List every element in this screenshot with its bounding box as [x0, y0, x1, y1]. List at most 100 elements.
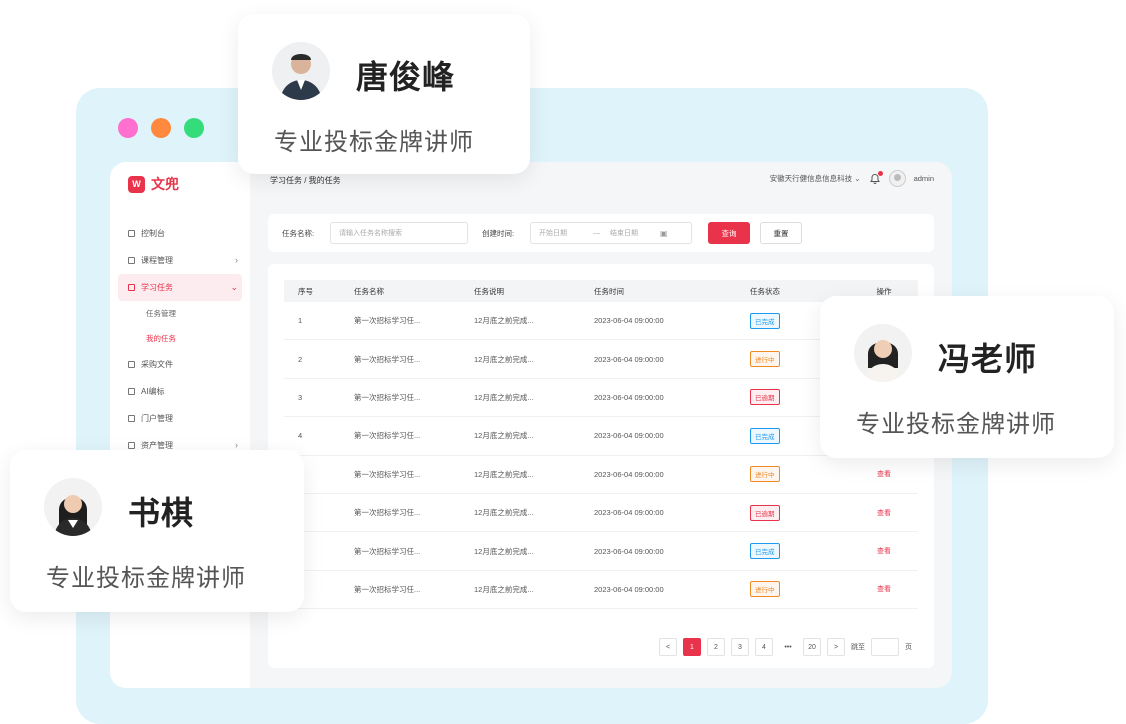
course-icon: [128, 257, 135, 264]
status-badge: 进行中: [750, 581, 780, 598]
date-range-picker[interactable]: 开始日期 — 结束日期 ▣: [530, 222, 692, 244]
ai-icon: [128, 388, 135, 395]
cell-name: 第一次招标学习任...: [354, 392, 421, 402]
logo-icon: W: [128, 175, 145, 193]
cell-time: 2023-06-04 09:00:00: [594, 431, 664, 441]
status-badge: 已逾期: [750, 389, 780, 406]
cell-time: 2023-06-04 09:00:00: [594, 469, 664, 479]
header-name: 任务名称: [354, 286, 384, 296]
cell-index: 4: [298, 431, 303, 441]
instructor-card-3: 书棋 专业投标金牌讲师: [10, 450, 304, 612]
task-icon: [128, 284, 135, 291]
header-desc: 任务说明: [474, 286, 504, 296]
cell-desc: 12月底之前完成...: [474, 316, 534, 326]
cell-desc: 12月底之前完成...: [474, 392, 534, 402]
chevron-down-icon: ⌄: [230, 282, 238, 292]
cell-name: 第一次招标学习任...: [354, 354, 421, 364]
status-badge: 进行中: [750, 351, 780, 368]
page-button-last[interactable]: 20: [803, 638, 821, 656]
cell-name: 第一次招标学习任...: [354, 431, 421, 441]
header-status: 任务状态: [750, 286, 780, 296]
cell-time: 2023-06-04 09:00:00: [594, 354, 664, 364]
user-name[interactable]: admin: [914, 174, 934, 183]
table-row: 7第一次招标学习任...12月底之前完成...2023-06-04 09:00:…: [284, 532, 918, 571]
next-page-button[interactable]: >: [827, 638, 845, 656]
header-time: 任务时间: [594, 286, 624, 296]
page-button-2[interactable]: 2: [707, 638, 725, 656]
sidebar-item-ai-bidding[interactable]: AI编标: [110, 378, 250, 405]
cell-time: 2023-06-04 09:00:00: [594, 508, 664, 518]
instructor-title: 专业投标金牌讲师: [856, 411, 1056, 438]
table-row: 5第一次招标学习任...12月底之前完成...2023-06-04 09:00:…: [284, 456, 918, 494]
cell-name: 第一次招标学习任...: [354, 469, 421, 479]
cell-time: 2023-06-04 09:00:00: [594, 546, 664, 556]
cell-index: 1: [298, 316, 303, 326]
status-badge: 进行中: [750, 466, 780, 483]
prev-page-button[interactable]: <: [659, 638, 677, 656]
logo-text: 文兜: [151, 176, 179, 192]
portal-icon: [128, 415, 135, 422]
chevron-right-icon: ›: [235, 255, 238, 265]
cell-name: 第一次招标学习任...: [354, 508, 421, 518]
instructor-name: 冯老师: [938, 341, 1038, 377]
page-button-1[interactable]: 1: [683, 638, 701, 656]
document-icon: [128, 361, 135, 368]
create-time-label: 创建时间:: [482, 229, 515, 238]
notification-dot: [877, 170, 883, 176]
cell-name: 第一次招标学习任...: [354, 316, 421, 326]
page-suffix: 页: [905, 644, 912, 651]
sidebar-item-courses[interactable]: 课程管理 ›: [110, 247, 250, 274]
sidebar-nav: 控制台 课程管理 › 学习任务 ⌄ 任务管理 我的任务 采购文件 AI编标 门户管理…: [110, 220, 250, 459]
filter-bar: 任务名称: 请输入任务名称搜索 创建时间: 开始日期 — 结束日期 ▣ 查询 重…: [268, 214, 934, 252]
org-selector[interactable]: 安徽天行健信息信息科技 ⌄: [770, 173, 861, 184]
pagination: < 1 2 3 4 ••• 20 > 跳至 页: [659, 638, 912, 656]
chevron-right-icon: ›: [235, 440, 238, 450]
sidebar-item-procurement[interactable]: 采购文件: [110, 351, 250, 378]
sidebar-item-dashboard[interactable]: 控制台: [110, 220, 250, 247]
sidebar-subitem-task-management[interactable]: 任务管理: [110, 301, 250, 326]
logo[interactable]: W 文兜: [128, 174, 179, 194]
view-link[interactable]: 查看: [877, 471, 891, 478]
instructor-photo: [44, 478, 102, 536]
cell-time: 2023-06-04 09:00:00: [594, 316, 664, 326]
window-dot-green: [184, 118, 204, 138]
sidebar-item-portal[interactable]: 门户管理: [110, 405, 250, 432]
cell-desc: 12月底之前完成...: [474, 546, 534, 556]
table-row: 6第一次招标学习任...12月底之前完成...2023-06-04 09:00:…: [284, 494, 918, 533]
cell-index: 2: [298, 354, 303, 364]
instructor-name: 书棋: [128, 495, 195, 531]
asset-icon: [128, 442, 135, 449]
task-name-input[interactable]: 请输入任务名称搜索: [330, 222, 468, 244]
breadcrumb: 学习任务 / 我的任务: [270, 175, 341, 185]
calendar-icon: ▣: [660, 228, 668, 238]
cell-desc: 12月底之前完成...: [474, 508, 534, 518]
cell-name: 第一次招标学习任...: [354, 546, 421, 556]
cell-name: 第一次招标学习任...: [354, 584, 421, 594]
status-badge: 已完成: [750, 543, 780, 560]
cell-time: 2023-06-04 09:00:00: [594, 392, 664, 402]
cell-desc: 12月底之前完成...: [474, 469, 534, 479]
cell-desc: 12月底之前完成...: [474, 584, 534, 594]
status-badge: 已完成: [750, 312, 780, 329]
topbar-right: 安徽天行健信息信息科技 ⌄ admin: [770, 170, 934, 187]
instructor-name: 唐俊峰: [356, 59, 456, 95]
view-link[interactable]: 查看: [877, 586, 891, 593]
page-ellipsis[interactable]: •••: [779, 638, 797, 656]
task-name-label: 任务名称:: [282, 229, 315, 238]
bell-icon[interactable]: [869, 170, 883, 185]
window-dot-pink: [118, 118, 138, 138]
page-jump-input[interactable]: [871, 638, 899, 656]
user-avatar[interactable]: [888, 170, 906, 187]
view-link[interactable]: 查看: [877, 548, 891, 555]
instructor-card-2: 冯老师 专业投标金牌讲师: [820, 296, 1114, 458]
page-button-4[interactable]: 4: [755, 638, 773, 656]
page-button-3[interactable]: 3: [731, 638, 749, 656]
instructor-title: 专业投标金牌讲师: [46, 565, 246, 592]
table-row: 8第一次招标学习任...12月底之前完成...2023-06-04 09:00:…: [284, 571, 918, 610]
query-button[interactable]: 查询: [708, 222, 750, 244]
reset-button[interactable]: 重置: [760, 222, 802, 244]
sidebar-item-learning-tasks[interactable]: 学习任务 ⌄: [118, 274, 242, 301]
sidebar-subitem-my-tasks[interactable]: 我的任务: [110, 326, 250, 351]
status-badge: 已逾期: [750, 504, 780, 521]
view-link[interactable]: 查看: [877, 510, 891, 517]
